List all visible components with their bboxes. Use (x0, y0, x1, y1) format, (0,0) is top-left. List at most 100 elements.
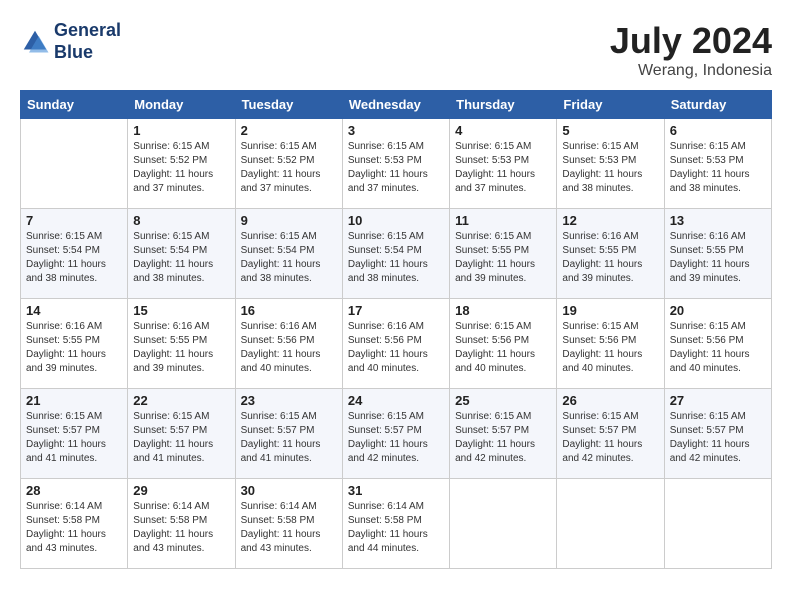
day-number: 24 (348, 393, 444, 408)
day-number: 21 (26, 393, 122, 408)
logo-text: General Blue (54, 20, 121, 63)
calendar-cell: 28Sunrise: 6:14 AMSunset: 5:58 PMDayligh… (21, 479, 128, 569)
day-number: 8 (133, 213, 229, 228)
day-number: 15 (133, 303, 229, 318)
calendar-cell: 16Sunrise: 6:16 AMSunset: 5:56 PMDayligh… (235, 299, 342, 389)
weekday-header: Friday (557, 91, 664, 119)
day-info: Sunrise: 6:16 AMSunset: 5:56 PMDaylight:… (348, 320, 444, 376)
calendar-cell: 14 Sunrise: 6:16 AMSunset: 5:55 PMDayligh… (21, 299, 128, 389)
calendar-cell: 10 Sunrise: 6:15 AMSunset: 5:54 PMDayligh… (342, 209, 449, 299)
calendar-cell: 26Sunrise: 6:15 AMSunset: 5:57 PMDayligh… (557, 389, 664, 479)
day-number: 20 (670, 303, 766, 318)
day-number: 14 (26, 303, 122, 318)
calendar-cell: 24 Sunrise: 6:15 AMSunset: 5:57 PMDayligh… (342, 389, 449, 479)
day-info: Sunrise: 6:16 AMSunset: 5:55 PMDaylight:… (133, 320, 229, 376)
day-info: Sunrise: 6:15 AMSunset: 5:55 PMDaylight:… (455, 230, 551, 286)
calendar-cell: 25 Sunrise: 6:15 AMSunset: 5:57 PMDayligh… (450, 389, 557, 479)
day-info: Sunrise: 6:15 AMSunset: 5:57 PMDaylight:… (348, 410, 444, 466)
page-header: General Blue July 2024 Werang, Indonesia (20, 20, 772, 80)
day-info: Sunrise: 6:14 AMSunset: 5:58 PMDaylight:… (241, 500, 337, 556)
day-number: 4 (455, 123, 551, 138)
calendar-cell: 3 Sunrise: 6:15 AMSunset: 5:53 PMDaylight… (342, 119, 449, 209)
logo-icon (20, 27, 50, 57)
day-number: 31 (348, 483, 444, 498)
weekday-header: Thursday (450, 91, 557, 119)
day-info: Sunrise: 6:15 AMSunset: 5:57 PMDaylight:… (133, 410, 229, 466)
day-info: Sunrise: 6:15 AMSunset: 5:53 PMDaylight:… (455, 140, 551, 196)
day-number: 28 (26, 483, 122, 498)
calendar-cell: 30Sunrise: 6:14 AMSunset: 5:58 PMDayligh… (235, 479, 342, 569)
day-number: 3 (348, 123, 444, 138)
calendar-week-row: 14 Sunrise: 6:16 AMSunset: 5:55 PMDayligh… (21, 299, 772, 389)
day-number: 9 (241, 213, 337, 228)
calendar-cell: 23Sunrise: 6:15 AMSunset: 5:57 PMDayligh… (235, 389, 342, 479)
calendar-cell: 27 Sunrise: 6:15 AMSunset: 5:57 PMDayligh… (664, 389, 771, 479)
calendar-cell: 22 Sunrise: 6:15 AMSunset: 5:57 PMDayligh… (128, 389, 235, 479)
calendar-cell: 2 Sunrise: 6:15 AMSunset: 5:52 PMDaylight… (235, 119, 342, 209)
day-info: Sunrise: 6:15 AMSunset: 5:57 PMDaylight:… (26, 410, 122, 466)
calendar-cell: 15 Sunrise: 6:16 AMSunset: 5:55 PMDayligh… (128, 299, 235, 389)
day-number: 18 (455, 303, 551, 318)
day-number: 25 (455, 393, 551, 408)
day-info: Sunrise: 6:15 AMSunset: 5:53 PMDaylight:… (670, 140, 766, 196)
day-info: Sunrise: 6:15 AMSunset: 5:54 PMDaylight:… (348, 230, 444, 286)
calendar-cell (557, 479, 664, 569)
calendar-cell: 4 Sunrise: 6:15 AMSunset: 5:53 PMDaylight… (450, 119, 557, 209)
day-info: Sunrise: 6:15 AMSunset: 5:54 PMDaylight:… (241, 230, 337, 286)
logo: General Blue (20, 20, 121, 63)
day-number: 2 (241, 123, 337, 138)
day-number: 6 (670, 123, 766, 138)
day-number: 22 (133, 393, 229, 408)
day-number: 7 (26, 213, 122, 228)
day-number: 27 (670, 393, 766, 408)
calendar-cell: 7 Sunrise: 6:15 AMSunset: 5:54 PMDaylight… (21, 209, 128, 299)
day-info: Sunrise: 6:15 AMSunset: 5:52 PMDaylight:… (133, 140, 229, 196)
day-info: Sunrise: 6:15 AMSunset: 5:56 PMDaylight:… (670, 320, 766, 376)
day-info: Sunrise: 6:15 AMSunset: 5:56 PMDaylight:… (455, 320, 551, 376)
calendar-cell (21, 119, 128, 209)
calendar-cell: 17Sunrise: 6:16 AMSunset: 5:56 PMDayligh… (342, 299, 449, 389)
day-info: Sunrise: 6:16 AMSunset: 5:55 PMDaylight:… (670, 230, 766, 286)
calendar-cell: 13Sunrise: 6:16 AMSunset: 5:55 PMDayligh… (664, 209, 771, 299)
calendar-body: 1 Sunrise: 6:15 AMSunset: 5:52 PMDaylight… (21, 119, 772, 569)
weekday-header: Sunday (21, 91, 128, 119)
day-info: Sunrise: 6:15 AMSunset: 5:54 PMDaylight:… (26, 230, 122, 286)
calendar-week-row: 21 Sunrise: 6:15 AMSunset: 5:57 PMDayligh… (21, 389, 772, 479)
day-number: 19 (562, 303, 658, 318)
day-info: Sunrise: 6:15 AMSunset: 5:57 PMDaylight:… (455, 410, 551, 466)
day-number: 29 (133, 483, 229, 498)
day-info: Sunrise: 6:16 AMSunset: 5:55 PMDaylight:… (26, 320, 122, 376)
day-info: Sunrise: 6:15 AMSunset: 5:54 PMDaylight:… (133, 230, 229, 286)
title-block: July 2024 Werang, Indonesia (610, 20, 772, 80)
calendar-cell: 20 Sunrise: 6:15 AMSunset: 5:56 PMDayligh… (664, 299, 771, 389)
day-info: Sunrise: 6:15 AMSunset: 5:56 PMDaylight:… (562, 320, 658, 376)
calendar-cell: 31Sunrise: 6:14 AMSunset: 5:58 PMDayligh… (342, 479, 449, 569)
calendar-cell: 18 Sunrise: 6:15 AMSunset: 5:56 PMDayligh… (450, 299, 557, 389)
calendar-cell: 19 Sunrise: 6:15 AMSunset: 5:56 PMDayligh… (557, 299, 664, 389)
day-info: Sunrise: 6:15 AMSunset: 5:57 PMDaylight:… (670, 410, 766, 466)
day-info: Sunrise: 6:16 AMSunset: 5:55 PMDaylight:… (562, 230, 658, 286)
calendar-cell (664, 479, 771, 569)
day-info: Sunrise: 6:16 AMSunset: 5:56 PMDaylight:… (241, 320, 337, 376)
weekday-header: Wednesday (342, 91, 449, 119)
weekday-row: SundayMondayTuesdayWednesdayThursdayFrid… (21, 91, 772, 119)
calendar-cell: 9 Sunrise: 6:15 AMSunset: 5:54 PMDaylight… (235, 209, 342, 299)
day-info: Sunrise: 6:15 AMSunset: 5:53 PMDaylight:… (562, 140, 658, 196)
calendar-week-row: 7 Sunrise: 6:15 AMSunset: 5:54 PMDaylight… (21, 209, 772, 299)
calendar-cell: 1 Sunrise: 6:15 AMSunset: 5:52 PMDaylight… (128, 119, 235, 209)
weekday-header: Tuesday (235, 91, 342, 119)
calendar-cell: 11 Sunrise: 6:15 AMSunset: 5:55 PMDayligh… (450, 209, 557, 299)
day-info: Sunrise: 6:15 AMSunset: 5:52 PMDaylight:… (241, 140, 337, 196)
calendar-week-row: 28 Sunrise: 6:14 AMSunset: 5:58 PMDayligh… (21, 479, 772, 569)
day-number: 26 (562, 393, 658, 408)
calendar-table: SundayMondayTuesdayWednesdayThursdayFrid… (20, 90, 772, 569)
day-number: 23 (241, 393, 337, 408)
day-number: 10 (348, 213, 444, 228)
calendar-header: SundayMondayTuesdayWednesdayThursdayFrid… (21, 91, 772, 119)
day-number: 1 (133, 123, 229, 138)
calendar-week-row: 1 Sunrise: 6:15 AMSunset: 5:52 PMDaylight… (21, 119, 772, 209)
weekday-header: Monday (128, 91, 235, 119)
day-number: 11 (455, 213, 551, 228)
location-title: Werang, Indonesia (610, 62, 772, 80)
day-info: Sunrise: 6:15 AMSunset: 5:53 PMDaylight:… (348, 140, 444, 196)
